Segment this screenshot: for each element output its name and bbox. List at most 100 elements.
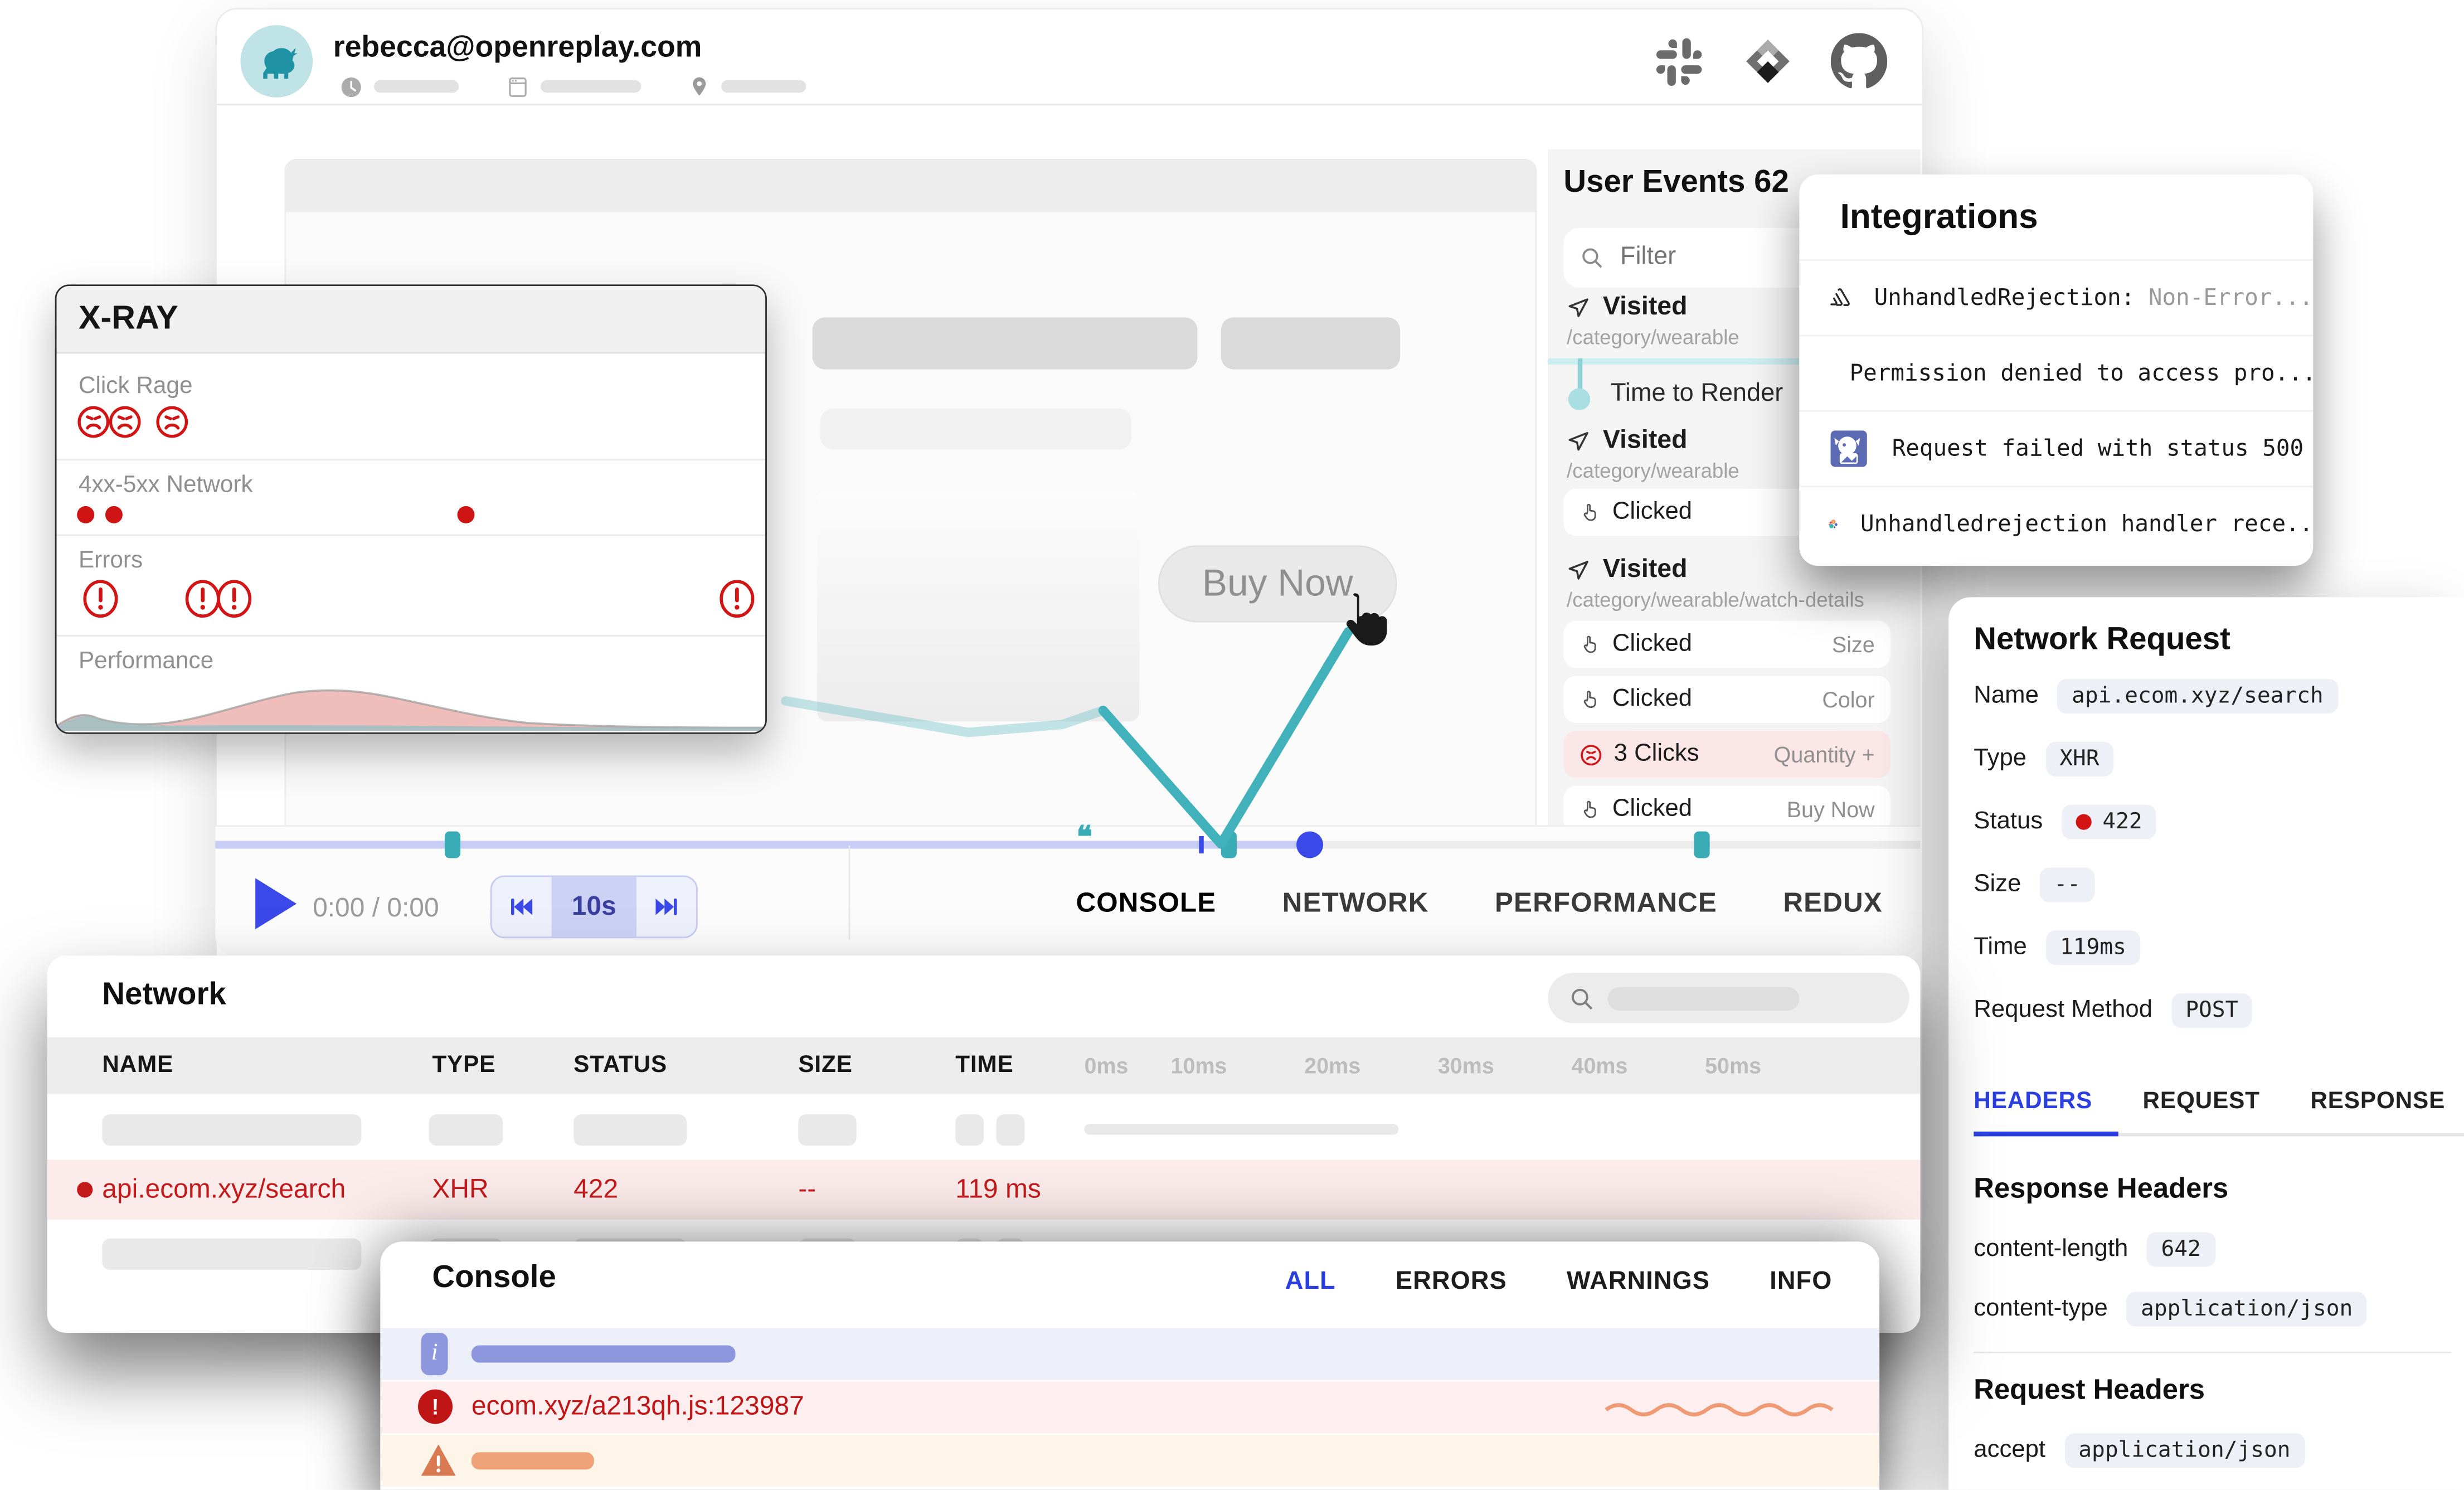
integration-message: Permission denied to access pro... [1850, 361, 2314, 386]
tab-request[interactable]: REQUEST [2142, 1088, 2259, 1114]
integration-item[interactable]: UnhandledRejection: Non-Error... [1799, 259, 2313, 334]
skip-forward-icon [650, 892, 682, 921]
integrations-title: Integrations [1840, 196, 2038, 237]
tab-response[interactable]: RESPONSE [2310, 1088, 2445, 1114]
visited-icon [1567, 558, 1590, 581]
datadog-icon [1828, 428, 1870, 470]
console-tabs: ALL ERRORS WARNINGS INFO [1285, 1268, 1833, 1297]
network-error-row[interactable]: api.ecom.xyz/search XHR 422 -- 119 ms [47, 1160, 1921, 1220]
session-meta [339, 74, 806, 99]
performance-sparkline [57, 676, 766, 731]
meta-skeleton [721, 80, 806, 93]
click-rage-label: Click Rage [79, 372, 193, 399]
time-to-render-dot [1568, 388, 1590, 410]
user-events-title-text: User Events [1563, 165, 1745, 200]
hand-click-icon [1580, 688, 1601, 710]
event-detail: Quantity + [1774, 742, 1875, 767]
event-path: /category/wearable [1567, 459, 1739, 482]
network-request-panel: Network Request Name api.ecom.xyz/search… [1948, 597, 2464, 1489]
col-time: TIME [955, 1051, 1013, 1078]
tick-10ms: 10ms [1171, 1053, 1227, 1078]
header-label-content-type: content-type [1974, 1295, 2108, 1323]
error-exclamation-icon [718, 579, 756, 619]
slack-icon[interactable] [1653, 35, 1705, 87]
integration-item[interactable]: Request failed with status 500 [1799, 410, 2313, 486]
timeline-event-marker[interactable] [1694, 832, 1709, 858]
integration-item[interactable]: Unhandledrejection handler rece.. [1799, 486, 2313, 561]
tab-errors[interactable]: ERRORS [1396, 1268, 1507, 1297]
response-headers-title: Response Headers [1974, 1172, 2228, 1205]
console-error-text: ecom.xyz/a213qh.js:123987 [472, 1391, 804, 1422]
field-label-type: Type [1974, 745, 2026, 773]
meta-skeleton [541, 80, 641, 93]
clock-icon [339, 75, 363, 98]
meta-skeleton [374, 80, 459, 93]
player-bar: ❝ 0:00 / 0:00 10s CONSOLE NETWORK PERFOR… [215, 825, 1920, 957]
request-time: 119 ms [955, 1174, 1041, 1205]
event-clicked-card[interactable]: Clicked Color [1563, 676, 1890, 723]
event-detail: Size [1832, 632, 1875, 657]
console-error-row[interactable]: ! ecom.xyz/a213qh.js:123987 [380, 1381, 1879, 1433]
error-dot [77, 1182, 93, 1197]
integration-item[interactable]: Permission denied to access pro... [1799, 335, 2313, 410]
time-to-render-label: Time to Render [1611, 380, 1783, 409]
field-label-size: Size [1974, 871, 2021, 899]
timeline-progress [215, 841, 1309, 848]
event-clicked-card[interactable]: Clicked Size [1563, 621, 1890, 668]
event-clicked-card[interactable]: Clicked Buy Now [1563, 786, 1890, 825]
header-value-content-length: 642 [2147, 1232, 2215, 1267]
console-warning-row[interactable] [380, 1435, 1879, 1487]
timeline-quote-marker[interactable]: ❝ [1076, 821, 1092, 857]
network-request-title: Network Request [1974, 623, 2230, 659]
xray-title: X-RAY [57, 286, 766, 353]
playback-time: 0:00 / 0:00 [313, 892, 439, 924]
tab-redux[interactable]: REDUX [1783, 886, 1882, 919]
angry-face-icon [75, 404, 111, 440]
playhead[interactable] [1296, 832, 1323, 858]
tick-30ms: 30ms [1438, 1053, 1494, 1078]
error-icon: ! [418, 1389, 453, 1424]
timeline-track[interactable]: ❝ [215, 841, 1920, 848]
tick-20ms: 20ms [1304, 1053, 1360, 1078]
tab-info[interactable]: INFO [1770, 1268, 1832, 1297]
skip-back-button[interactable] [492, 877, 552, 936]
event-detail: Color [1822, 687, 1874, 712]
avatar [240, 25, 313, 98]
event-visited[interactable]: Visited [1567, 555, 1688, 585]
skip-interval[interactable]: 10s [552, 877, 636, 936]
skip-forward-button[interactable] [636, 877, 696, 936]
timeline-event-marker[interactable] [445, 832, 460, 858]
col-name: NAME [102, 1051, 173, 1078]
header-label-accept: accept [1974, 1436, 2045, 1465]
play-button[interactable] [251, 875, 299, 932]
integration-message: Unhandledrejection handler rece.. [1860, 512, 2313, 537]
col-size: SIZE [798, 1051, 852, 1078]
timeline-tick-marker[interactable] [1199, 836, 1203, 853]
jira-icon[interactable] [1739, 33, 1796, 90]
event-rage-click-card[interactable]: 3 Clicks Quantity + [1563, 731, 1890, 778]
tab-performance[interactable]: PERFORMANCE [1495, 886, 1717, 919]
field-label-time: Time [1974, 934, 2027, 962]
network-search[interactable] [1548, 973, 1909, 1023]
tab-warnings[interactable]: WARNINGS [1567, 1268, 1710, 1297]
tab-network[interactable]: NETWORK [1282, 886, 1429, 919]
event-visited[interactable]: Visited [1567, 292, 1688, 322]
header-value-content-type: application/json [2127, 1292, 2367, 1327]
tab-headers[interactable]: HEADERS [1974, 1088, 2092, 1114]
tab-console[interactable]: CONSOLE [1076, 886, 1216, 919]
field-value-status: 422 [2062, 805, 2156, 839]
field-value-type: XHR [2045, 742, 2113, 776]
pointer-cursor-icon [1328, 585, 1393, 657]
field-label-method: Request Method [1974, 997, 2152, 1025]
event-visited[interactable]: Visited [1567, 426, 1688, 456]
header-label-content-length: content-length [1974, 1235, 2128, 1264]
github-icon[interactable] [1831, 33, 1888, 90]
performance-label: Performance [79, 648, 213, 674]
console-info-row[interactable]: i [380, 1328, 1879, 1380]
divider [1974, 1352, 2451, 1353]
timeline-event-marker[interactable] [1221, 832, 1237, 858]
event-label: Clicked [1612, 630, 1692, 659]
log-skeleton [472, 1346, 736, 1363]
tick-50ms: 50ms [1705, 1053, 1761, 1078]
tab-all[interactable]: ALL [1285, 1268, 1336, 1297]
